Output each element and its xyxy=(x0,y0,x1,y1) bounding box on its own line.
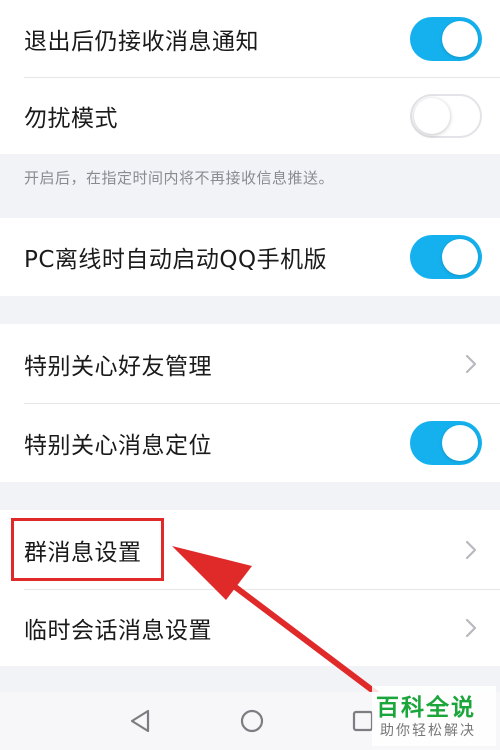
setting-label: 临时会话消息设置 xyxy=(24,618,212,644)
setting-row-notify-after-exit[interactable]: 退出后仍接收消息通知 xyxy=(0,0,500,78)
special-care-locate-toggle[interactable] xyxy=(410,421,482,465)
setting-label: 勿扰模式 xyxy=(24,106,118,132)
watermark: 百科全说 助你轻松解决 xyxy=(372,686,496,746)
setting-row-temp-session[interactable]: 临时会话消息设置 xyxy=(0,590,500,666)
setting-row-do-not-disturb[interactable]: 勿扰模式 xyxy=(0,78,500,154)
highlight-box xyxy=(11,518,164,581)
toggle-knob xyxy=(414,98,450,134)
watermark-title: 百科全说 xyxy=(376,695,476,721)
back-triangle-icon[interactable] xyxy=(126,706,156,736)
chevron-right-icon xyxy=(465,618,477,638)
setting-label: PC离线时自动启动QQ手机版 xyxy=(24,247,328,273)
notify-after-exit-toggle[interactable] xyxy=(410,17,482,61)
home-circle-icon[interactable] xyxy=(237,706,267,736)
setting-row-pc-offline-autostart[interactable]: PC离线时自动启动QQ手机版 xyxy=(0,218,500,296)
settings-screen: 退出后仍接收消息通知 勿扰模式 开启后，在指定时间内将不再接收信息推送。 PC离… xyxy=(0,0,500,750)
setting-label: 退出后仍接收消息通知 xyxy=(24,29,259,55)
chevron-right-icon xyxy=(465,540,477,560)
setting-row-special-care-locate[interactable]: 特别关心消息定位 xyxy=(0,404,500,482)
do-not-disturb-toggle[interactable] xyxy=(410,94,482,138)
watermark-subtitle: 助你轻松解决 xyxy=(380,723,476,739)
setting-label: 特别关心好友管理 xyxy=(24,354,212,380)
chevron-right-icon xyxy=(465,354,477,374)
pc-offline-autostart-toggle[interactable] xyxy=(410,235,482,279)
toggle-knob xyxy=(442,21,478,57)
toggle-knob xyxy=(442,239,478,275)
setting-row-special-care-friends[interactable]: 特别关心好友管理 xyxy=(0,324,500,404)
setting-label: 特别关心消息定位 xyxy=(24,433,212,459)
dnd-hint-text: 开启后，在指定时间内将不再接收信息推送。 xyxy=(24,169,335,187)
toggle-knob xyxy=(442,425,478,461)
